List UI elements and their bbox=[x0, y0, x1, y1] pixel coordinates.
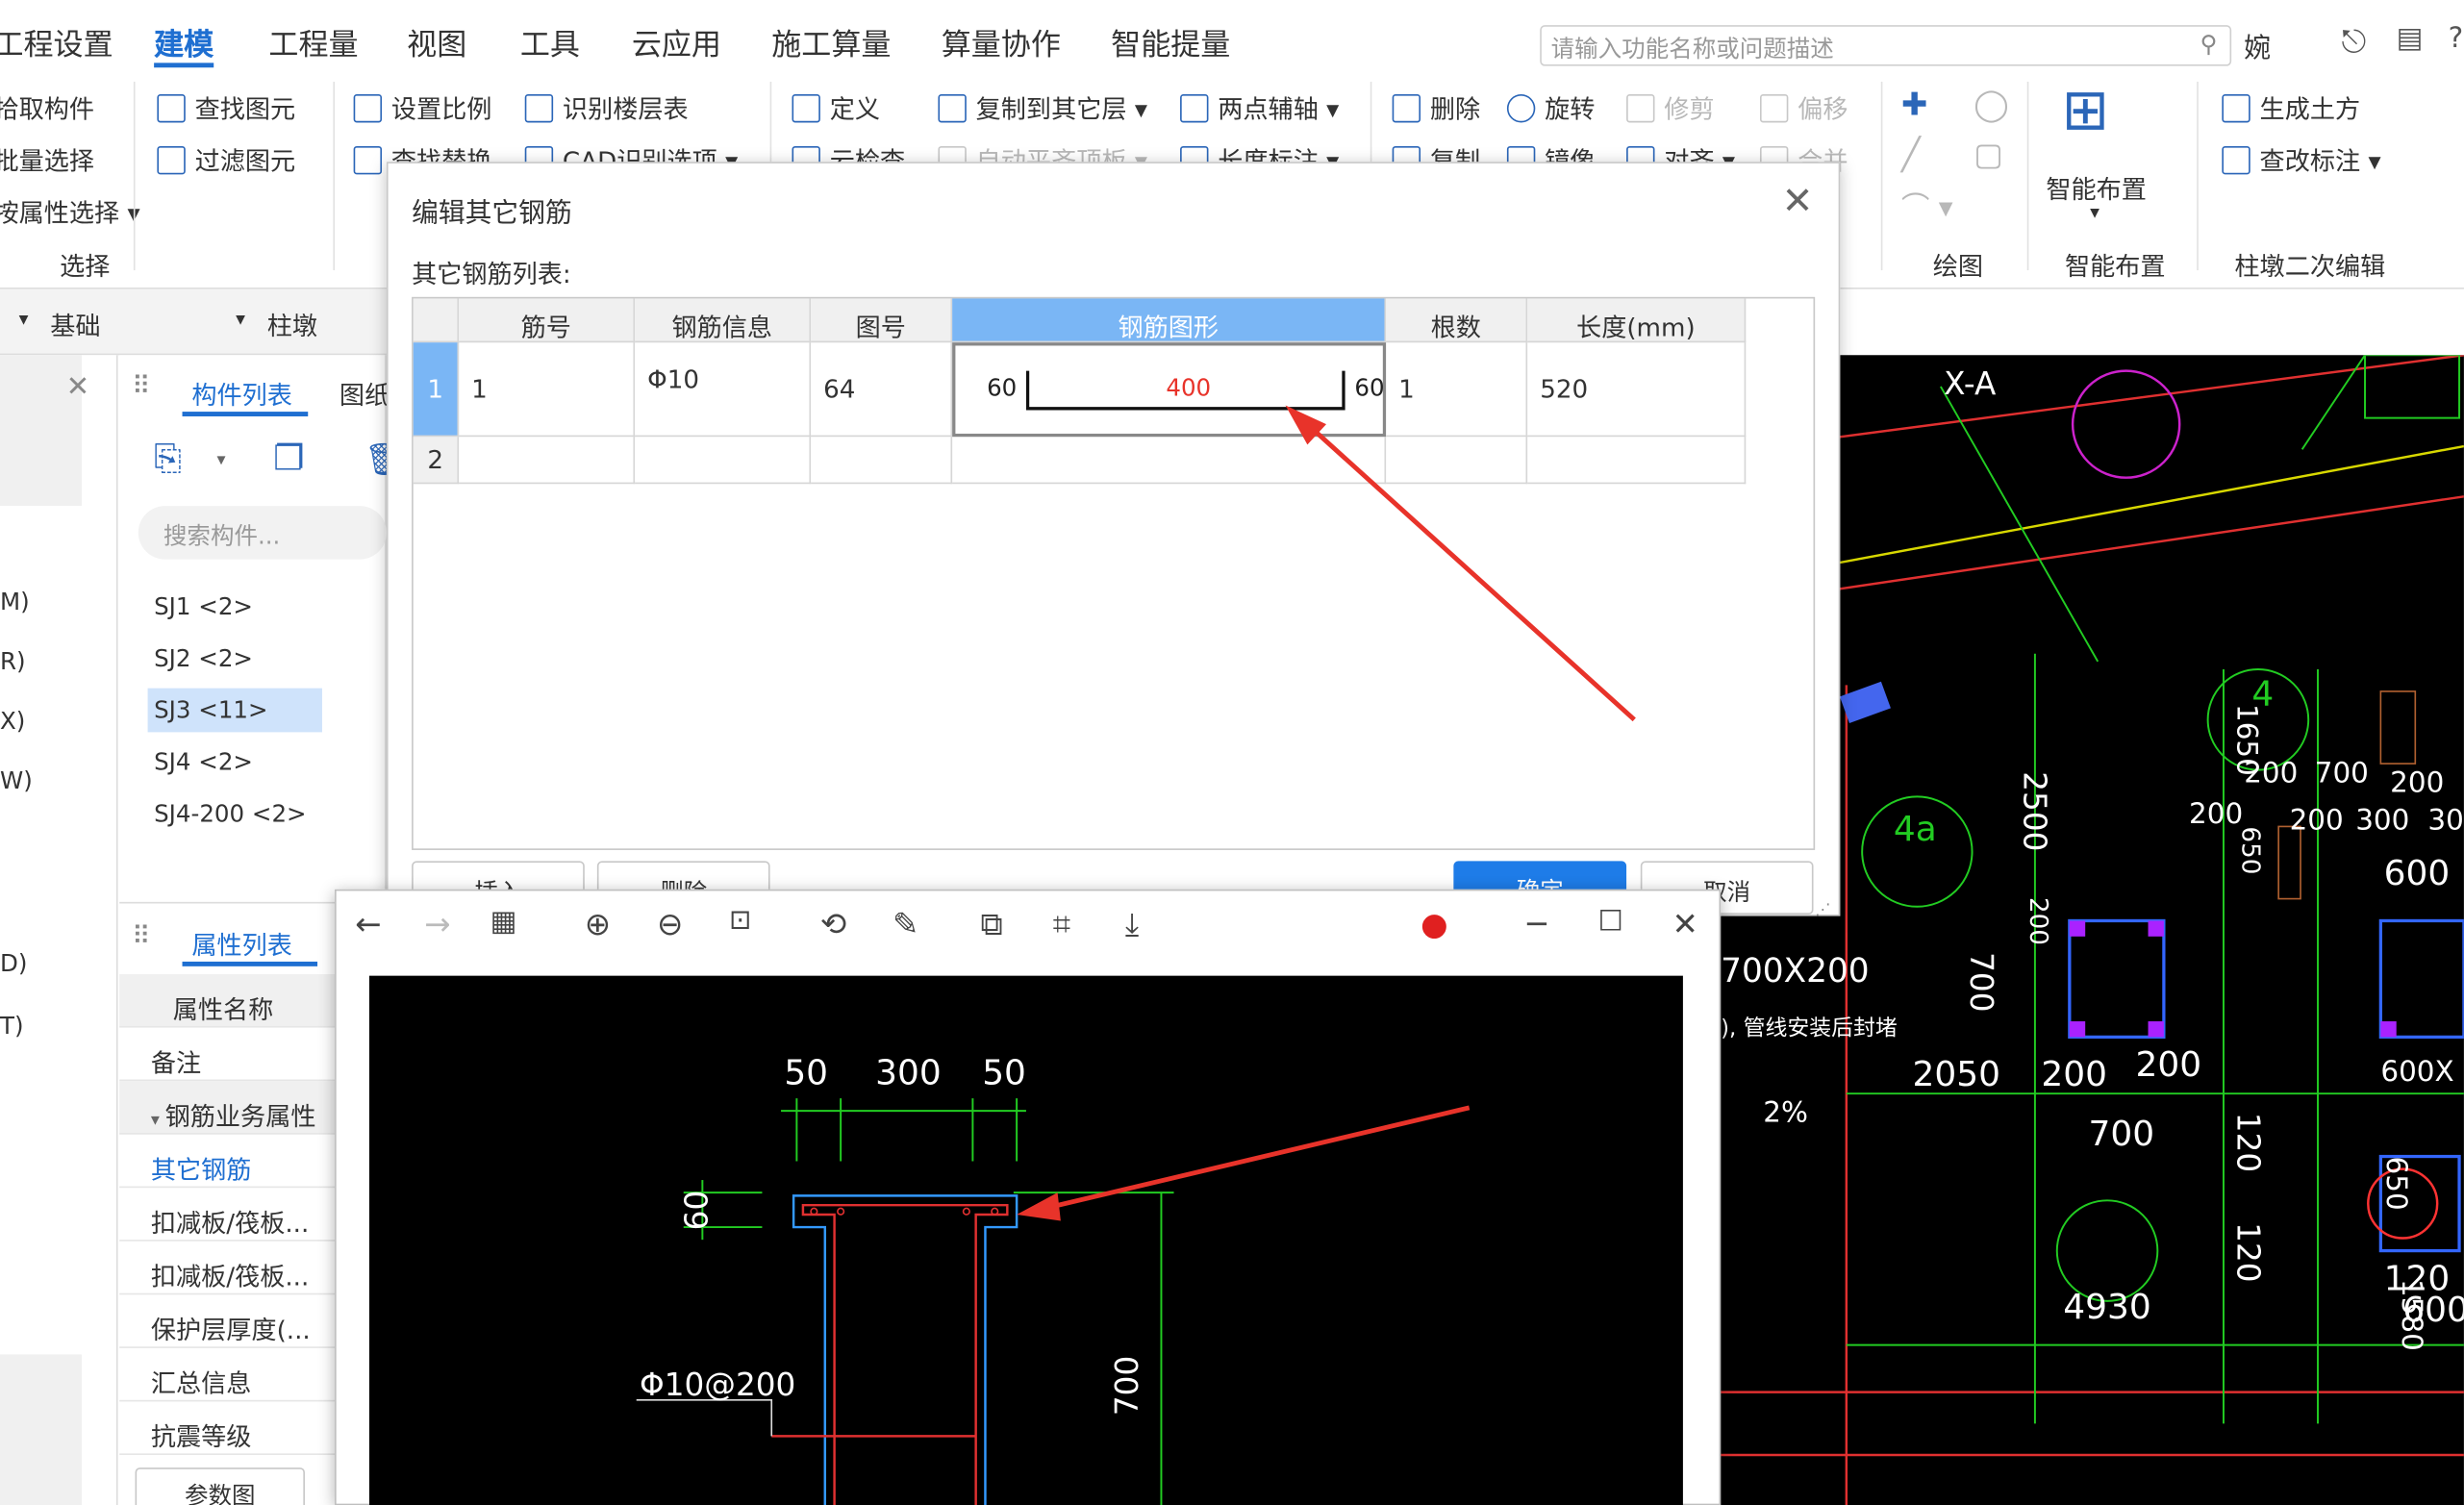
viewer-image: 50 300 50 60 700 Φ10@200 bbox=[368, 975, 1683, 1505]
edit-icon[interactable]: ✎ bbox=[893, 905, 918, 942]
actual-size-icon[interactable]: ⊡ bbox=[729, 905, 751, 937]
app-window: 工程设置 建模 工程量 视图 工具 云应用 施工算量 算量协作 智能提量 请输入… bbox=[0, 0, 2464, 1505]
dim-label: 60 bbox=[677, 1190, 716, 1231]
back-icon[interactable]: ← bbox=[355, 905, 381, 942]
download-icon[interactable]: ⤓ bbox=[1125, 905, 1139, 942]
pin-icon[interactable]: ● bbox=[1421, 905, 1448, 942]
ocr-icon[interactable]: ⌗ bbox=[1053, 905, 1070, 942]
dim-label: 50 bbox=[784, 1054, 829, 1094]
rebar-spec-label: Φ10@200 bbox=[639, 1365, 796, 1404]
grid-view-icon[interactable]: ▦ bbox=[490, 905, 517, 938]
minimize-icon[interactable]: ─ bbox=[1527, 905, 1546, 942]
zoom-out-icon[interactable]: ⊖ bbox=[657, 905, 683, 942]
dim-label: 50 bbox=[982, 1054, 1026, 1094]
arrow-head bbox=[1017, 1192, 1061, 1221]
image-viewer-window: ← → ▦ ⊕ ⊖ ⊡ ⟲ ✎ ⧉ ⌗ ⤓ ● ─ ☐ ✕ 50 300 50 … bbox=[335, 889, 1722, 1505]
forward-icon[interactable]: → bbox=[424, 905, 450, 942]
close-icon[interactable]: ✕ bbox=[1672, 905, 1697, 942]
rotate-icon[interactable]: ⟲ bbox=[820, 905, 846, 942]
dim-label: 300 bbox=[875, 1054, 942, 1094]
zoom-in-icon[interactable]: ⊕ bbox=[585, 905, 611, 942]
dim-label: 700 bbox=[1107, 1355, 1146, 1417]
translate-icon[interactable]: ⧉ bbox=[981, 905, 1003, 942]
maximize-icon[interactable]: ☐ bbox=[1598, 905, 1623, 938]
